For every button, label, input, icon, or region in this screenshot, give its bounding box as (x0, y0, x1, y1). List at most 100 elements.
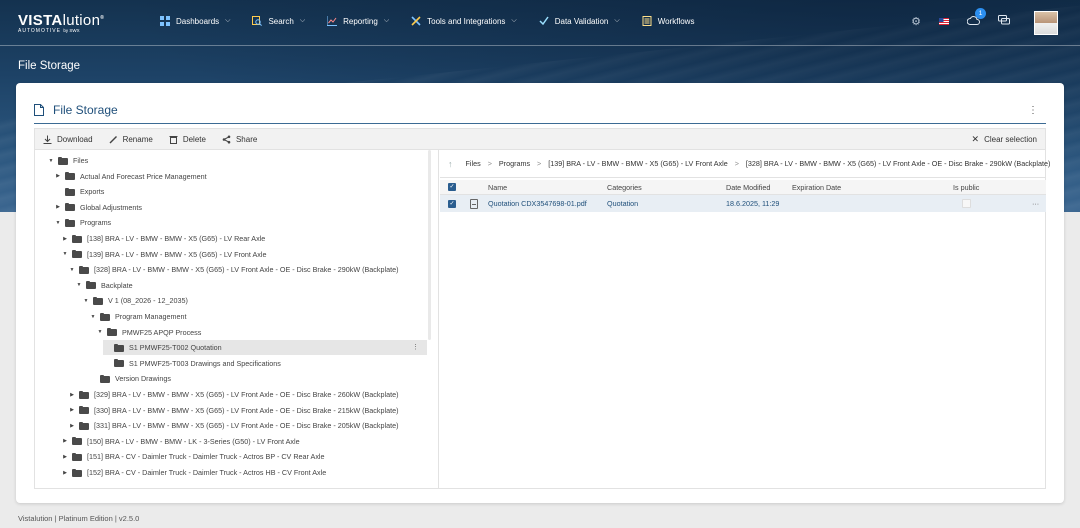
tree-item[interactable]: ▼ PMWF25 APQP Process (96, 325, 427, 340)
caret-down-icon[interactable]: ▼ (75, 282, 83, 288)
tree-item[interactable]: ▼ Program Management (89, 309, 427, 324)
file-name[interactable]: Quotation CDX3547698-01.pdf (488, 195, 587, 212)
card-header: File Storage (34, 103, 118, 117)
footer-version: Vistalution | Platinum Edition | v2.5.0 (18, 514, 140, 523)
folder-open-icon (58, 156, 69, 165)
tree-item[interactable]: S1 PMWF25-T002 Quotation ⋮ (103, 340, 427, 356)
nav-dashboards[interactable]: Dashboards ⌵ (160, 16, 230, 26)
share-icon (222, 135, 231, 143)
breadcrumb-item[interactable]: [139] BRA - LV - BMW - BMW - X5 (G65) - … (548, 159, 727, 168)
caret-right-icon[interactable]: ▶ (61, 236, 69, 242)
chevron-down-icon: ⌵ (225, 17, 231, 24)
tree-item[interactable]: S1 PMWF25-T003 Drawings and Specificatio… (103, 356, 427, 371)
tree-item[interactable]: ▶ [152] BRA - CV - Daimler Truck - Daimle… (61, 465, 427, 480)
is-public-checkbox[interactable] (962, 195, 971, 212)
column-categories[interactable]: Categories (607, 180, 642, 194)
tree-item[interactable]: ▼ Files (47, 153, 427, 168)
folder-open-icon (86, 281, 97, 290)
breadcrumb-item[interactable]: Programs (499, 159, 530, 168)
clear-selection-button[interactable]: ✕ Clear selection (964, 134, 1045, 145)
file-panes: ▼ Files ▶ Actual And Forecast Price Managem… (34, 150, 1050, 489)
file-category: Quotation (607, 199, 639, 208)
column-is-public[interactable]: Is public (953, 180, 979, 194)
nav-workflows[interactable]: Workflows (642, 16, 694, 26)
download-button[interactable]: Download (35, 135, 101, 144)
tree-item-label: [138] BRA - LV - BMW - BMW - X5 (G65) - … (87, 234, 266, 243)
nav-tools-integrations[interactable]: Tools and Integrations ⌵ (411, 16, 517, 26)
tree-item[interactable]: ▼ [139] BRA - LV - BMW - BMW - X5 (G65) -… (61, 247, 427, 262)
nav-reporting[interactable]: Reporting ⌵ (327, 16, 389, 26)
app-logo[interactable]: VISTAlution® AUTOMOTIVE by SWX (18, 12, 104, 34)
caret-down-icon[interactable]: ▼ (68, 267, 76, 273)
trash-icon (169, 135, 178, 144)
caret-right-icon[interactable]: ▶ (61, 470, 69, 476)
chat-icon[interactable] (998, 14, 1010, 28)
download-icon (43, 135, 52, 144)
folder-icon (79, 406, 90, 415)
tree-item[interactable]: ▼ Backplate (75, 278, 427, 293)
caret-down-icon[interactable]: ▼ (54, 220, 62, 226)
folder-icon (65, 172, 76, 181)
card-menu-icon[interactable]: ⋮ (1028, 105, 1038, 116)
tree-item[interactable]: ▶ Global Adjustments (54, 200, 427, 215)
tree-item-label: Programs (80, 218, 112, 228)
row-checkbox[interactable]: ✓ (448, 195, 456, 212)
pdf-file-icon (470, 195, 478, 212)
caret-right-icon[interactable]: ▶ (68, 407, 76, 413)
dashboard-icon (160, 16, 170, 26)
caret-down-icon[interactable]: ▼ (47, 158, 55, 164)
column-date-modified[interactable]: Date Modified (726, 180, 770, 194)
caret-down-icon[interactable]: ▼ (82, 298, 90, 304)
tree-item[interactable]: ▶ [138] BRA - LV - BMW - BMW - X5 (G65) -… (61, 231, 427, 246)
gear-icon[interactable]: ⚙ (911, 15, 921, 28)
checkbox-checked-icon: ✓ (448, 183, 456, 191)
tree-item[interactable]: Exports (54, 184, 427, 199)
folder-open-icon (79, 265, 90, 274)
breadcrumb: ↑ Files > Programs > [139] BRA - LV - BM… (440, 150, 1050, 178)
caret-right-icon[interactable]: ▶ (54, 204, 62, 210)
tree-item[interactable]: ▶ [329] BRA - LV - BMW - BMW - X5 (G65) -… (68, 387, 427, 402)
tree-item[interactable]: ▶ [331] BRA - LV - BMW - BMW - X5 (G65) -… (68, 418, 427, 433)
caret-down-icon[interactable]: ▼ (61, 251, 69, 257)
caret-down-icon[interactable]: ▼ (89, 314, 97, 320)
caret-right-icon[interactable]: ▶ (61, 454, 69, 460)
breadcrumb-item[interactable]: [328] BRA - LV - BMW - BMW - X5 (G65) - … (746, 159, 1050, 168)
row-more-icon[interactable]: ··· (1032, 195, 1039, 212)
chevron-down-icon: ⌵ (614, 17, 620, 24)
tree-item-label: Files (73, 156, 89, 165)
select-all-checkbox[interactable]: ✓ (448, 180, 456, 194)
tree-item[interactable]: ▼ [328] BRA - LV - BMW - BMW - X5 (G65) -… (68, 262, 427, 277)
caret-right-icon[interactable]: ▶ (61, 438, 69, 444)
nav-search[interactable]: Search ⌵ (252, 16, 305, 26)
card-divider (34, 123, 1046, 124)
caret-right-icon[interactable]: ▶ (68, 423, 76, 429)
column-expiration-date[interactable]: Expiration Date (792, 180, 841, 194)
file-date-modified: 18.6.2025, 11:29 (726, 199, 780, 208)
language-flag-icon[interactable] (939, 14, 949, 28)
tree-item[interactable]: ▶ [150] BRA - LV - BMW - BMW - LK - 3-Ser… (61, 434, 427, 449)
tree-scrollbar[interactable] (428, 150, 431, 340)
caret-down-icon[interactable]: ▼ (96, 329, 104, 335)
tree-item[interactable]: ▶ Actual And Forecast Price Management (54, 169, 427, 184)
share-button[interactable]: Share (214, 135, 265, 144)
tree-item[interactable]: ▼ V 1 (08_2026 - 12_2035) (82, 293, 427, 308)
tree-item-label: [151] BRA - CV - Daimler Truck - Daimler… (87, 452, 325, 462)
column-name[interactable]: Name (488, 180, 507, 194)
tree-item[interactable]: ▼ Programs (54, 215, 427, 230)
caret-right-icon[interactable]: ▶ (54, 173, 62, 179)
breadcrumb-item[interactable]: Files (466, 159, 481, 168)
folder-icon (65, 203, 76, 212)
nav-data-validation[interactable]: Data Validation ⌵ (539, 16, 620, 26)
arrow-up-icon[interactable]: ↑ (448, 159, 453, 169)
delete-button[interactable]: Delete (161, 135, 214, 144)
tree-item-label: S1 PMWF25-T002 Quotation (129, 343, 222, 353)
tree-item-menu-icon[interactable]: ⋮ (412, 343, 419, 351)
table-row[interactable]: ✓ Quotation CDX3547698-01.pdf Quotation … (440, 195, 1046, 212)
caret-right-icon[interactable]: ▶ (68, 392, 76, 398)
tree-item[interactable]: ▶ [330] BRA - LV - BMW - BMW - X5 (G65) -… (68, 403, 427, 418)
notification-badge: 1 (975, 8, 986, 19)
rename-button[interactable]: Rename (101, 135, 161, 144)
tree-item[interactable]: ▶ [151] BRA - CV - Daimler Truck - Daimle… (61, 449, 427, 464)
avatar[interactable] (1034, 11, 1058, 35)
tree-item[interactable]: Version Drawings (89, 371, 427, 386)
